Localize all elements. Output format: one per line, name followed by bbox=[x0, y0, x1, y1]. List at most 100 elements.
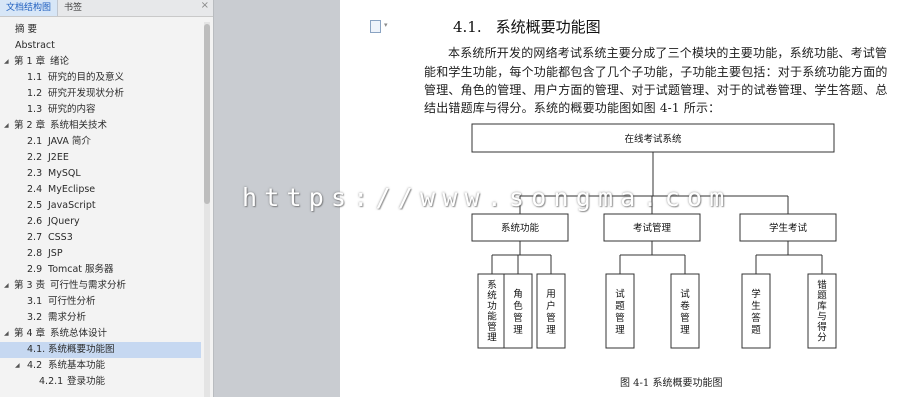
function-label-char: 理 bbox=[615, 325, 625, 336]
toc-item-label: Abstract bbox=[15, 40, 55, 51]
toc-item-label: J2EE bbox=[48, 152, 69, 163]
toc-item-label: JQuery bbox=[48, 216, 80, 227]
toc-item-label: 可行性分析 bbox=[48, 296, 96, 307]
toc-item-number: 2.9 bbox=[27, 264, 43, 275]
toc-item[interactable]: 1.1 研究的目的及意义 bbox=[0, 70, 201, 86]
toc-item[interactable]: 2.4 MyEclipse bbox=[0, 182, 201, 198]
function-label: 系统功能管理 bbox=[487, 280, 497, 344]
toc-item-number: 3.1 bbox=[27, 296, 43, 307]
function-label-char: 管 bbox=[546, 312, 556, 324]
toc-item[interactable]: ◢ 第 2 章系统相关技术 bbox=[0, 118, 201, 134]
toc-item[interactable]: 2.6 JQuery bbox=[0, 214, 201, 230]
toc-item-label: 摘 要 bbox=[15, 24, 38, 35]
toc-item-number: 2.3 bbox=[27, 168, 43, 179]
toc-item[interactable]: 2.2 J2EE bbox=[0, 150, 201, 166]
toc-item-number: 4.2 bbox=[27, 360, 43, 371]
toc-item-number: 2.7 bbox=[27, 232, 43, 243]
toc-item-label: Tomcat 服务器 bbox=[48, 264, 114, 275]
toc-item-label: 系统概要功能图 bbox=[48, 344, 115, 355]
scrollbar-thumb[interactable] bbox=[204, 24, 210, 204]
document-map-pane: 文档结构图 书签 × 摘 要 Abstract ◢ 第 1 章绪论 1.1 研究的目的及意… bbox=[0, 0, 214, 397]
toc-item-label: JAVA 简介 bbox=[48, 136, 91, 147]
function-label-char: 角 bbox=[513, 288, 523, 300]
toc-item[interactable]: 2.3 MySQL bbox=[0, 166, 201, 182]
scrollbar[interactable] bbox=[204, 22, 210, 397]
module-label: 考试管理 bbox=[633, 222, 672, 234]
toc-item[interactable]: 1.2 研究开发现状分析 bbox=[0, 86, 201, 102]
toc-item-label: MySQL bbox=[48, 168, 81, 179]
toc-item[interactable]: Abstract bbox=[0, 38, 201, 54]
expand-triangle-icon[interactable]: ◢ bbox=[15, 358, 20, 374]
function-label-char: 理 bbox=[513, 325, 523, 336]
function-label-char: 系 bbox=[487, 280, 497, 291]
root-label: 在线考试系统 bbox=[624, 133, 682, 145]
function-label-char: 用 bbox=[546, 289, 556, 300]
function-label-char: 题 bbox=[615, 301, 625, 312]
tab-document-map[interactable]: 文档结构图 bbox=[0, 0, 59, 16]
toc-item[interactable]: 1.3 研究的内容 bbox=[0, 102, 201, 118]
toc-item[interactable]: 3.1 可行性分析 bbox=[0, 294, 201, 310]
toc-item[interactable]: 2.5 JavaScript bbox=[0, 198, 201, 214]
toc-item[interactable]: 摘 要 bbox=[0, 22, 201, 38]
function-label: 用户管理 bbox=[546, 289, 556, 336]
module-label: 系统功能 bbox=[501, 222, 540, 234]
toc-item-number: 1.3 bbox=[27, 104, 43, 115]
toc-item-number: 2.8 bbox=[27, 248, 43, 259]
function-label-char: 题 bbox=[751, 325, 761, 336]
function-label-char: 理 bbox=[487, 333, 497, 344]
function-label-char: 答 bbox=[751, 312, 761, 324]
toc-item-number: 第 2 章 bbox=[14, 120, 46, 131]
toc-item[interactable]: 2.1 JAVA 简介 bbox=[0, 134, 201, 150]
function-label-char: 分 bbox=[817, 333, 827, 344]
toc-item[interactable]: ◢ 第 1 章绪论 bbox=[0, 54, 201, 70]
module-label: 学生考试 bbox=[769, 222, 808, 234]
expand-triangle-icon[interactable]: ◢ bbox=[4, 278, 9, 294]
function-label-char: 试 bbox=[615, 288, 625, 300]
toc-item-number: 2.2 bbox=[27, 152, 43, 163]
function-label-char: 库 bbox=[817, 300, 827, 312]
function-label-char: 管 bbox=[615, 312, 625, 324]
toc-item[interactable]: ◢ 第 3 责可行性与需求分析 bbox=[0, 278, 201, 294]
toc-item-label: 研究的内容 bbox=[48, 104, 96, 115]
toc-item-number: 2.1 bbox=[27, 136, 43, 147]
watermark: https://www.songma.com bbox=[242, 183, 732, 212]
toc-item-label: MyEclipse bbox=[48, 184, 96, 195]
toc-item-number: 4.1. bbox=[27, 344, 46, 355]
toc-item-label: 系统基本功能 bbox=[48, 360, 106, 371]
toc-item[interactable]: 4.1. 系统概要功能图 bbox=[0, 342, 201, 358]
toc-item[interactable]: 2.9 Tomcat 服务器 bbox=[0, 262, 201, 278]
toc-item[interactable]: 3.2 需求分析 bbox=[0, 310, 201, 326]
toc-item[interactable]: ◢ 第 4 章系统总体设计 bbox=[0, 326, 201, 342]
function-label-char: 学 bbox=[751, 288, 761, 300]
function-label-char: 错 bbox=[817, 279, 827, 291]
toc-item-number: 2.5 bbox=[27, 200, 43, 211]
toc-item-number: 1.2 bbox=[27, 88, 43, 99]
function-label-char: 理 bbox=[546, 325, 556, 336]
toc-item-label: 系统相关技术 bbox=[50, 120, 108, 131]
toc-item[interactable]: 4.2.1 登录功能 bbox=[0, 374, 201, 390]
toc-item-label: JSP bbox=[48, 248, 63, 259]
function-label-char: 管 bbox=[487, 321, 497, 333]
toc-item[interactable]: 2.8 JSP bbox=[0, 246, 201, 262]
toc-item-number: 第 3 责 bbox=[14, 280, 46, 291]
toc-item[interactable]: ◢ 4.2 系统基本功能 bbox=[0, 358, 201, 374]
expand-triangle-icon[interactable]: ◢ bbox=[4, 54, 9, 70]
expand-triangle-icon[interactable]: ◢ bbox=[4, 118, 9, 134]
function-label-char: 统 bbox=[487, 290, 497, 302]
expand-triangle-icon[interactable]: ◢ bbox=[4, 326, 9, 342]
figure-caption: 图 4-1 系统概要功能图 bbox=[620, 378, 723, 389]
pane-tabs: 文档结构图 书签 bbox=[0, 0, 213, 17]
toc-item-label: JavaScript bbox=[48, 200, 96, 211]
function-label-char: 生 bbox=[751, 300, 761, 312]
toc-item-number: 2.6 bbox=[27, 216, 43, 227]
toc-item-label: 研究的目的及意义 bbox=[48, 72, 125, 83]
toc-item-label: CSS3 bbox=[48, 232, 73, 243]
function-label-char: 卷 bbox=[680, 300, 690, 312]
toc-item-number: 第 4 章 bbox=[14, 328, 46, 339]
toc-item-label: 研究开发现状分析 bbox=[48, 88, 125, 99]
toc-item[interactable]: 2.7 CSS3 bbox=[0, 230, 201, 246]
close-icon[interactable]: × bbox=[201, 0, 209, 11]
function-label: 错题库与得分 bbox=[817, 279, 827, 344]
function-label-char: 得 bbox=[817, 321, 827, 333]
tab-bookmarks[interactable]: 书签 bbox=[58, 0, 88, 16]
